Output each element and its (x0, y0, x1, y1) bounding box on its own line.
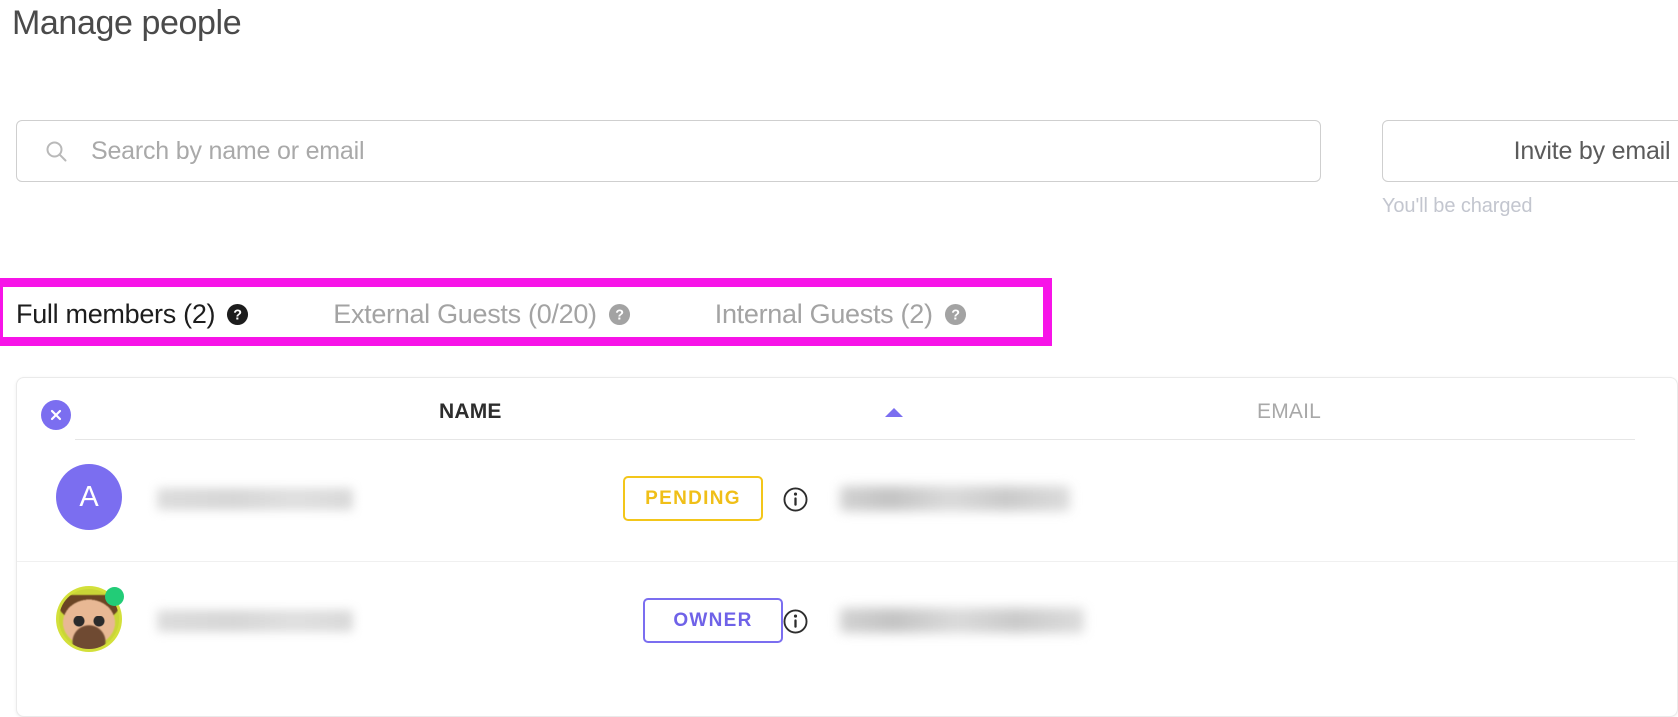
email-redacted (840, 486, 1070, 511)
avatar-glasses (70, 616, 108, 627)
column-header-name[interactable]: NAME (439, 400, 502, 424)
people-table: NAME EMAIL A PENDING OWNER (16, 377, 1678, 717)
svg-text:?: ? (233, 307, 241, 323)
person-name-redacted (157, 488, 353, 510)
tab-internal-guests[interactable]: Internal Guests (2) ? (715, 297, 967, 331)
table-row[interactable]: A PENDING (17, 440, 1677, 561)
tab-full-members-label: Full members (2) (16, 299, 216, 329)
tab-full-members[interactable]: Full members (2) ? (16, 297, 249, 331)
billing-note: You'll be charged (1382, 195, 1533, 217)
avatar (56, 586, 124, 652)
info-circle-icon[interactable] (783, 609, 808, 634)
tab-external-guests-label: External Guests (0/20) (333, 299, 597, 329)
tab-external-guests[interactable]: External Guests (0/20) ? (333, 297, 631, 331)
avatar: A (56, 464, 122, 530)
search-icon (46, 141, 67, 162)
email-redacted (840, 608, 1084, 633)
presence-online-indicator (105, 587, 124, 606)
table-row[interactable]: OWNER (17, 561, 1677, 682)
tab-internal-guests-label: Internal Guests (2) (714, 299, 933, 329)
tab-bar: Full members (2) ? External Guests (0/20… (16, 294, 967, 334)
svg-text:?: ? (615, 307, 623, 323)
table-header-row: NAME EMAIL (41, 378, 1635, 440)
column-header-email[interactable]: EMAIL (1257, 400, 1321, 424)
help-circle-icon[interactable]: ? (608, 303, 631, 326)
invite-section: Invite by email You'll be charged (1382, 120, 1678, 218)
search-input[interactable] (89, 135, 1320, 167)
help-circle-icon[interactable]: ? (944, 303, 967, 326)
info-circle-icon[interactable] (783, 487, 808, 512)
search-box[interactable] (16, 120, 1321, 182)
status-badge[interactable]: PENDING (623, 476, 763, 521)
svg-text:?: ? (951, 307, 959, 323)
invite-by-email-button[interactable]: Invite by email (1382, 120, 1678, 182)
page-title: Manage people (12, 4, 242, 42)
person-name-redacted (157, 610, 353, 632)
sort-ascending-arrow-icon[interactable] (885, 408, 903, 417)
avatar-initial: A (79, 480, 99, 513)
status-badge[interactable]: OWNER (643, 598, 783, 643)
close-circle-icon[interactable] (41, 400, 71, 430)
help-circle-icon[interactable]: ? (226, 303, 249, 326)
